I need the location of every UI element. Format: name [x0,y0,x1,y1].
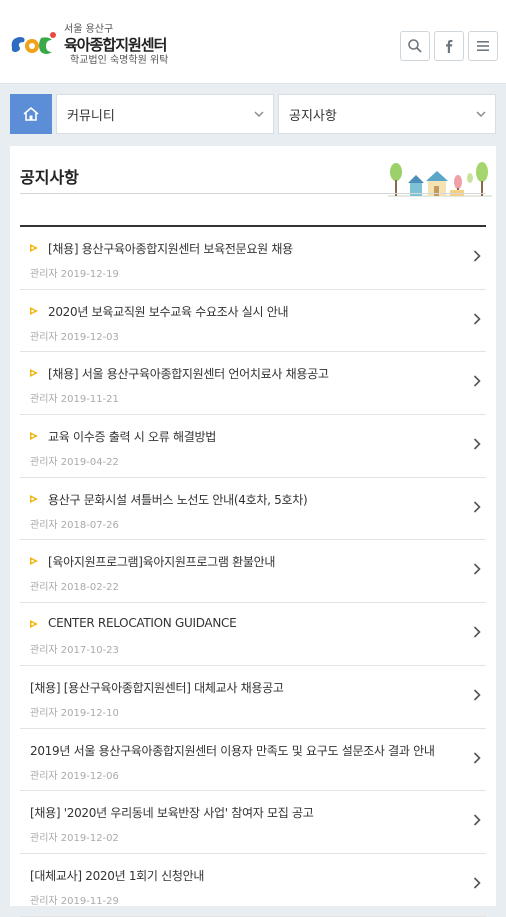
chevron-right-icon [473,313,481,325]
notice-bullet-icon [30,557,38,566]
site-logo[interactable]: 서울 용산구 육아종합지원센터 학교법인 숙명학원 위탁 [8,24,188,72]
post-list-item[interactable]: [채용] 서울 용산구육아종합지원센터 언어치료사 채용공고관리자 2019-1… [20,352,486,416]
menu-icon [477,41,489,51]
post-title: 교육 이수증 출력 시 오류 해결방법 [48,430,216,445]
chevron-right-icon [473,689,481,701]
post-meta: 관리자 2019-11-29 [30,895,119,907]
post-title: [육아지원프로그램]육아지원프로그램 환불안내 [48,555,276,570]
home-icon [23,106,39,121]
title-divider [20,193,486,194]
logo-mark-icon [11,32,56,54]
chevron-right-icon [473,626,481,638]
notice-bullet-icon [30,306,38,315]
post-title: 용산구 문화시설 셔틀버스 노선도 안내(4호차, 5호차) [48,492,308,507]
post-list-item[interactable]: [육아지원프로그램]육아지원프로그램 환불안내관리자 2018-02-22 [20,540,486,604]
site-header: 서울 용산구 육아종합지원센터 학교법인 숙명학원 위탁 [0,0,506,84]
search-icon [408,39,422,53]
chevron-down-icon [476,111,486,117]
post-meta: 관리자 2018-07-26 [30,519,119,531]
page-select-label: 공지사항 [289,108,337,124]
post-meta: 관리자 2017-10-23 [30,645,119,657]
facebook-button[interactable] [434,31,464,61]
chevron-right-icon [473,814,481,826]
post-list-item[interactable]: 교육 이수증 출력 시 오류 해결방법관리자 2019-04-22 [20,415,486,478]
chevron-right-icon [473,751,481,764]
page-select[interactable]: 공지사항 [278,94,496,134]
logo-organization: 학교법인 숙명학원 위탁 [70,55,169,66]
facebook-icon [446,39,453,53]
menu-button[interactable] [468,31,498,61]
post-list-item[interactable]: [채용] [용산구육아종합지원센터] 대체교사 채용공고관리자 2019-12-… [20,666,486,729]
category-select-label: 커뮤니티 [67,108,115,124]
post-title: [채용] '2020년 우리동네 보육반장 사업' 참여자 모집 공고 [30,806,314,821]
post-meta: 관리자 2019-12-02 [30,833,119,845]
chevron-right-icon [473,375,481,387]
post-list-item[interactable]: 2019년 서울 용산구육아종합지원센터 이용자 만족도 및 요구도 설문조사 … [20,729,486,792]
notice-bullet-icon [30,369,38,378]
breadcrumb-nav: 커뮤니티 공지사항 [10,94,496,134]
notice-bullet-icon [30,244,38,252]
post-list-item[interactable]: 2020년 보육교직원 보수교육 수요조사 실시 안내관리자 2019-12-0… [20,290,486,353]
logo-subtitle: 서울 용산구 [64,24,114,35]
logo-text: 서울 용산구 육아종합지원센터 학교법인 숙명학원 위탁 [64,24,168,68]
post-list-item[interactable]: CENTER RELOCATION GUIDANCE 관리자 2017-10-23 [20,603,486,666]
post-list-item[interactable]: [대체교사] 2020년 1회기 신청안내관리자 2019-11-29 [20,854,486,917]
village-illustration-icon [388,162,492,197]
post-list-item[interactable]: [채용] '2020년 우리동네 보육반장 사업' 참여자 모집 공고관리자 2… [20,791,486,854]
post-meta: 관리자 2019-12-19 [30,269,119,280]
post-title: 2019년 서울 용산구육아종합지원센터 이용자 만족도 및 요구도 설문조사 … [30,743,435,758]
logo-title: 육아종합지원센터 [64,36,167,54]
category-select[interactable]: 커뮤니티 [56,94,274,134]
post-title: [채용] [용산구육아종합지원센터] 대체교사 채용공고 [30,680,284,695]
notice-bullet-icon [30,432,38,441]
notice-bullet-icon [30,620,38,629]
post-meta: 관리자 2019-04-22 [30,457,119,469]
post-title: 2020년 보육교직원 보수교육 수요조사 실시 안내 [48,304,289,319]
chevron-down-icon [254,111,264,117]
chevron-right-icon [473,877,481,889]
post-title: CENTER RELOCATION GUIDANCE [48,616,237,631]
post-meta: 관리자 2019-12-06 [30,770,119,782]
search-button[interactable] [400,31,430,61]
post-title: [대체교사] 2020년 1회기 신청안내 [30,868,205,883]
post-title: [채용] 용산구육아종합지원센터 보육전문요원 채용 [48,242,293,256]
chevron-right-icon [473,563,481,576]
chevron-right-icon [473,438,481,450]
post-meta: 관리자 2019-11-21 [30,394,119,406]
post-meta: 관리자 2018-02-22 [30,582,119,594]
chevron-right-icon [473,501,481,513]
board-panel: 공지사항 [채용] 용산구육아종합지원센터 보육전문요원 채용관리자 2019-… [10,146,496,917]
page-title: 공지사항 [20,168,79,187]
notice-bullet-icon [30,494,38,503]
post-meta: 관리자 2019-12-10 [30,707,119,719]
post-title: [채용] 서울 용산구육아종합지원센터 언어치료사 채용공고 [48,367,329,382]
home-button[interactable] [10,94,52,134]
post-meta: 관리자 2019-12-03 [30,331,119,343]
post-list-item[interactable]: [채용] 용산구육아종합지원센터 보육전문요원 채용관리자 2019-12-19 [20,227,486,290]
post-list-item[interactable]: 용산구 문화시설 셔틀버스 노선도 안내(4호차, 5호차) 관리자 2018-0… [20,478,486,541]
chevron-right-icon [473,250,481,262]
post-list: [채용] 용산구육아종합지원센터 보육전문요원 채용관리자 2019-12-19… [20,227,486,917]
